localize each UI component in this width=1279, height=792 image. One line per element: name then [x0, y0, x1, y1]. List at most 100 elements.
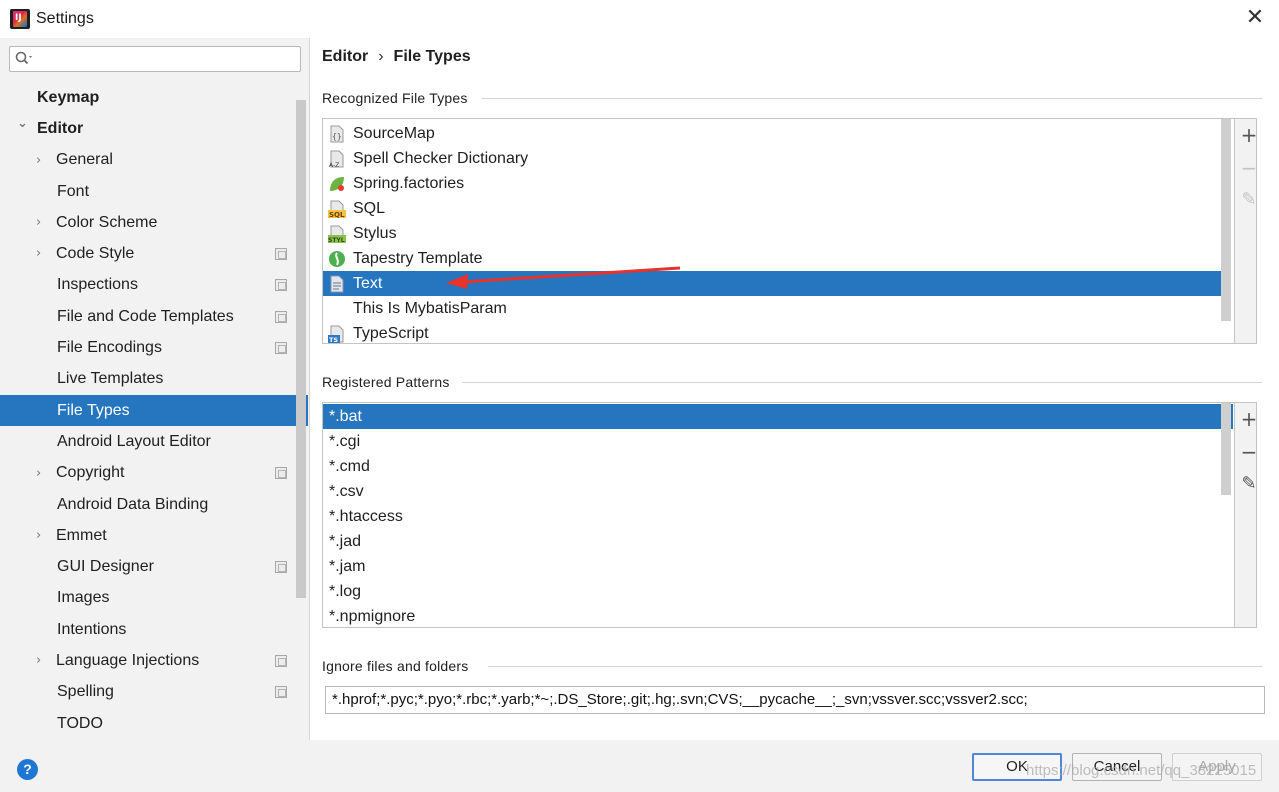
svg-text:{}: {}: [332, 132, 342, 141]
sidebar-item-todo[interactable]: TODO: [0, 708, 296, 739]
watermark-text: https://blog.csdn.net/qq_38225015: [1026, 762, 1257, 779]
sidebar-item-label: Android Data Binding: [57, 495, 209, 513]
breadcrumb-current: File Types: [393, 48, 471, 65]
sidebar-item-file-types[interactable]: File Types: [0, 394, 308, 427]
sidebar-item-label: Keymap: [37, 88, 100, 106]
patterns-list-scrollbar[interactable]: [1221, 403, 1231, 495]
file-type-label: Stylus: [353, 224, 397, 242]
sidebar-item-intentions[interactable]: Intentions: [0, 614, 296, 645]
sidebar-item-font[interactable]: Font: [0, 176, 296, 207]
sidebar-item-code-style[interactable]: › Code Style: [0, 238, 296, 269]
section-divider: [488, 666, 1262, 667]
sidebar-item-label: Intentions: [57, 620, 127, 638]
settings-search-input[interactable]: [9, 46, 301, 72]
sidebar-item-label: GUI Designer: [57, 558, 154, 576]
sidebar-item-label: Live Templates: [57, 370, 164, 388]
recognized-list-scrollbar[interactable]: [1221, 119, 1231, 321]
sidebar-item-keymap[interactable]: Keymap: [0, 82, 296, 113]
file-type-item[interactable]: Text: [323, 271, 1221, 296]
section-divider: [482, 98, 1262, 99]
chevron-right-icon[interactable]: ›: [36, 467, 48, 480]
remove-file-type-button[interactable]: −: [1239, 158, 1256, 178]
project-level-icon: [275, 686, 287, 699]
add-pattern-button[interactable]: +: [1239, 409, 1256, 429]
svg-text:A-Z: A-Z: [329, 162, 339, 168]
sidebar-item-android-layout-editor[interactable]: Android Layout Editor: [0, 426, 296, 457]
file-type-item[interactable]: Spring.factories: [323, 171, 1221, 196]
sidebar-item-emmet[interactable]: › Emmet: [0, 520, 296, 551]
sidebar-item-images[interactable]: Images: [0, 583, 296, 614]
tapestry-icon: [329, 250, 345, 267]
edit-pattern-button[interactable]: ✎: [1239, 474, 1256, 494]
sidebar-item-label: Editor: [37, 119, 84, 137]
breadcrumb-parent[interactable]: Editor: [322, 48, 368, 66]
sidebar-item-color-scheme[interactable]: › Color Scheme: [0, 207, 296, 238]
sidebar-scrollbar[interactable]: [296, 100, 306, 598]
svg-text:SQL: SQL: [329, 211, 345, 218]
sidebar-item-inspections[interactable]: Inspections: [0, 270, 296, 301]
sidebar-item-copyright[interactable]: › Copyright: [0, 458, 296, 489]
sidebar-item-label: File Encodings: [57, 339, 162, 357]
remove-pattern-button[interactable]: −: [1239, 442, 1256, 462]
sidebar-item-spelling[interactable]: Spelling: [0, 677, 296, 708]
section-divider: [462, 382, 1262, 383]
sidebar-item-label: Color Scheme: [56, 213, 158, 231]
pattern-item[interactable]: *.htaccess: [323, 504, 1233, 529]
sidebar-item-android-data-binding[interactable]: Android Data Binding: [0, 489, 296, 520]
recognized-file-types-list[interactable]: {} SourceMap A-Z Spell Checker Dictionary Sp…: [322, 118, 1257, 344]
sidebar-item-language-injections[interactable]: › Language Injections: [0, 645, 296, 676]
project-level-icon: [275, 467, 287, 480]
patterns-toolbar: + − ✎: [1234, 403, 1256, 627]
help-button[interactable]: ?: [17, 759, 38, 780]
typescript-file-icon: TS: [328, 325, 344, 343]
project-level-icon: [275, 342, 287, 355]
sidebar-item-label: Android Layout Editor: [57, 432, 211, 450]
ignore-files-input[interactable]: *.hprof;*.pyc;*.pyo;*.rbc;*.yarb;*~;.DS_…: [325, 686, 1265, 714]
pattern-item[interactable]: *.log: [323, 579, 1233, 604]
chevron-right-icon[interactable]: ›: [36, 654, 48, 667]
spring-leaf-icon: [330, 176, 344, 191]
chevron-right-icon[interactable]: ›: [36, 529, 48, 542]
file-type-item[interactable]: STYL Stylus: [323, 221, 1221, 246]
sql-file-icon: SQL: [328, 200, 346, 218]
sidebar-item-file-and-code-templates[interactable]: File and Code Templates: [0, 301, 296, 332]
sidebar-item-gui-designer[interactable]: GUI Designer: [0, 551, 296, 582]
file-type-label: SourceMap: [353, 124, 435, 142]
sidebar-item-general[interactable]: › General: [0, 145, 296, 176]
pattern-item[interactable]: *.cmd: [323, 454, 1233, 479]
settings-sidebar: Keymap ⌄ Editor › General Font › Color Scheme › C…: [0, 38, 310, 740]
edit-file-type-button[interactable]: ✎: [1239, 190, 1256, 210]
app-icon-text: IJ: [15, 13, 22, 23]
close-icon[interactable]: ✕: [1243, 6, 1267, 30]
recognized-toolbar: + − ✎: [1234, 119, 1256, 343]
file-type-label: Spring.factories: [353, 174, 465, 192]
file-type-item[interactable]: TS TypeScript: [323, 321, 1221, 343]
chevron-down-icon[interactable]: ⌄: [17, 117, 29, 130]
registered-patterns-list[interactable]: *.bat *.cgi *.cmd *.csv *.htaccess *.jad *.jam…: [322, 402, 1257, 628]
sidebar-item-file-encodings[interactable]: File Encodings: [0, 332, 296, 363]
pattern-item[interactable]: *.bat: [323, 404, 1233, 429]
file-type-item[interactable]: This Is MybatisParam: [323, 296, 1221, 321]
pattern-item[interactable]: *.npmignore: [323, 604, 1233, 627]
pattern-item[interactable]: *.jad: [323, 529, 1233, 554]
project-level-icon: [275, 561, 287, 574]
search-icon: [15, 51, 32, 65]
file-type-item[interactable]: {} SourceMap: [323, 121, 1221, 146]
chevron-right-icon[interactable]: ›: [36, 154, 48, 167]
recognized-file-types-title: Recognized File Types: [322, 90, 468, 106]
file-type-item[interactable]: Tapestry Template: [323, 246, 1221, 271]
chevron-right-icon[interactable]: ›: [36, 247, 48, 260]
file-type-item[interactable]: SQL SQL: [323, 196, 1221, 221]
sidebar-item-live-templates[interactable]: Live Templates: [0, 364, 296, 395]
sidebar-item-label: Copyright: [56, 464, 125, 482]
file-type-item[interactable]: A-Z Spell Checker Dictionary: [323, 146, 1221, 171]
add-file-type-button[interactable]: +: [1239, 125, 1256, 145]
pattern-item[interactable]: *.jam: [323, 554, 1233, 579]
text-file-icon: [330, 275, 344, 292]
chevron-right-icon[interactable]: ›: [36, 216, 48, 229]
pattern-item[interactable]: *.cgi: [323, 429, 1233, 454]
sidebar-item-label: Spelling: [57, 683, 114, 701]
sidebar-item-label: Language Injections: [56, 651, 200, 669]
pattern-item[interactable]: *.csv: [323, 479, 1233, 504]
sidebar-item-editor[interactable]: ⌄ Editor: [0, 113, 296, 144]
